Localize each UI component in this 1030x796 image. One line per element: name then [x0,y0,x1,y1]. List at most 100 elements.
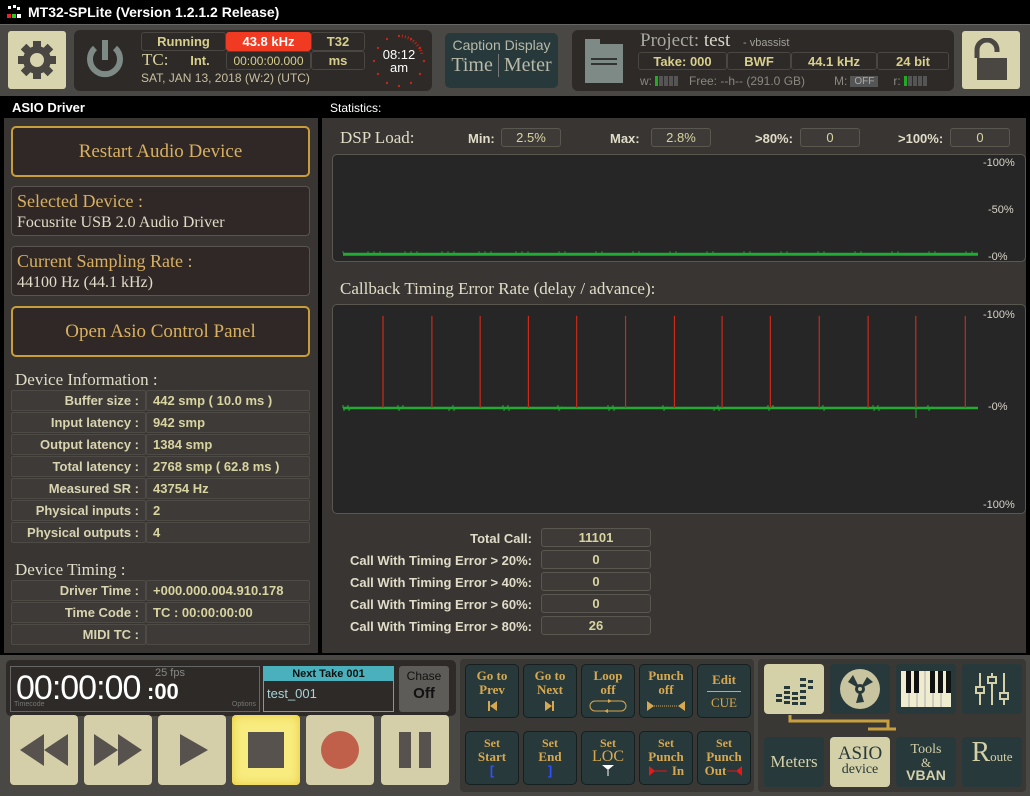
over100-value: 0 [950,128,1010,147]
tools-vban-tab[interactable]: Tools & VBAN [896,737,956,787]
device-info-value: 1384 smp [146,434,310,455]
route-tab[interactable]: Route [962,737,1022,787]
over100-label: >100%: [898,131,944,146]
sample-rate-badge: 43.8 kHz [226,32,311,51]
gear-icon [18,41,56,79]
device-info-key: Input latency : [11,412,146,433]
mixer-view-button[interactable] [962,664,1022,714]
chase-button[interactable]: Chase Off [399,666,449,712]
device-info-key: Measured SR : [11,478,146,499]
device-timing-value [146,624,310,645]
pause-button[interactable] [381,715,449,785]
fast-forward-icon [94,734,142,766]
loop-button[interactable]: Loop off [581,664,635,718]
sampling-rate-value: 44100 Hz (44.1 kHz) [17,274,153,291]
asio-header: ASIO Driver [4,98,318,118]
device-timing-key: Time Code : [11,602,146,623]
device-info-row: Buffer size :442 smp ( 10.0 ms ) [11,390,310,411]
set-end-button[interactable]: Set End ] [523,731,577,785]
fast-forward-button[interactable] [84,715,152,785]
settings-button[interactable] [8,31,66,89]
device-info-row: Output latency :1384 smp [11,434,310,455]
punch-state: off [658,682,674,697]
punch-button[interactable]: Punch off [639,664,693,718]
power-icon [87,40,123,78]
project-folder-button[interactable] [584,38,624,89]
app-icon [6,4,22,20]
rewind-icon [20,734,68,766]
lock-button[interactable] [962,31,1020,89]
next-take-box[interactable]: Next Take 001 test_001 [263,666,394,712]
recorder-view-button[interactable] [830,664,890,714]
rate-badge: 44.1 kHz [791,52,877,70]
meters-view-button[interactable] [764,664,824,714]
timecode-caption: Timecode [14,701,45,708]
te-ytick-zero: -0% [988,401,1008,413]
dsp-load-label: DSP Load: [340,128,415,147]
set-start-button[interactable]: Set Start [ [465,731,519,785]
punch-l1: Punch [648,668,684,683]
edit-cue-button[interactable]: Edit CUE [697,664,751,718]
restart-audio-button[interactable]: Restart Audio Device [11,126,310,177]
meters-tab[interactable]: Meters [764,737,824,787]
set-punch-in-button[interactable]: Set Punch In [639,731,693,785]
open-asio-panel-button[interactable]: Open Asio Control Panel [11,306,310,357]
options-link[interactable]: Options [232,701,256,708]
folder-icon [585,39,623,83]
punch-range-icon [647,701,685,711]
device-info-key: Physical inputs : [11,500,146,521]
set-punch-out-button[interactable]: Set Punch Out [697,731,751,785]
sampling-rate-label: Current Sampling Rate : [17,251,193,271]
rewind-button[interactable] [10,715,78,785]
device-timing-title: Device Timing : [15,560,126,579]
top-bar: Running 43.8 kHz T32 TC: Int. 00:00:00.0… [0,24,1030,96]
caption-time[interactable]: Time [446,54,499,77]
chase-state: Off [413,685,435,702]
write-label: w: [640,74,652,88]
faders-icon [975,673,1009,705]
device-info-key: Output latency : [11,434,146,455]
set-punch-in-l1: Set [658,736,674,750]
total-stat-label: Call With Timing Error > 60%: [349,597,532,612]
set-loc-l2: LOC [592,748,624,765]
play-button[interactable] [158,715,226,785]
punch-in-icon [648,766,667,776]
device-timing-key: MIDI TC : [11,624,146,645]
cue-label: CUE [711,695,737,710]
go-to-next-button[interactable]: Go to Next [523,664,577,718]
skip-prev-icon [488,701,497,711]
device-timing-value: TC : 00:00:00:00 [146,602,310,623]
go-to-next-l1: Go to [534,668,566,683]
punch-out-label: Out [704,763,727,778]
caption-display-button[interactable]: Caption Display Time Meter [445,33,558,88]
set-loc-button[interactable]: Set LOC [581,731,635,785]
go-to-prev-button[interactable]: Go to Prev [465,664,519,718]
project-label: Project: [640,30,700,51]
free-space: Free: --h-- (291.0 GB) [689,74,806,88]
timecode-panel: 00:00:00 :00 25 fps Timecode Options Nex… [6,660,456,716]
total-stat-label: Call With Timing Error > 20%: [349,553,532,568]
cue-panel: Go to Prev Go to Next Loop off Punch off… [460,659,754,792]
over80-label: >80%: [755,131,793,146]
record-button[interactable] [306,715,374,785]
te-ytick-top: -100% [983,309,1015,321]
set-end-l1: Set [542,736,558,750]
next-take-label: Next Take 001 [264,667,393,681]
start-bracket-icon: [ [489,763,495,778]
route-initial: R [971,737,991,768]
device-label: device [841,762,879,777]
timecode-display[interactable]: 00:00:00 :00 25 fps Timecode Options [10,666,260,712]
asio-driver-panel: ASIO Driver Restart Audio Device Selecte… [4,98,318,653]
caption-meter[interactable]: Meter [499,54,557,77]
piano-view-button[interactable] [896,664,956,714]
timecode-frames: :00 [147,679,179,704]
stop-button[interactable] [232,715,300,785]
link-connector [788,715,896,731]
device-info-row: Physical outputs :4 [11,522,310,543]
asio-device-tab[interactable]: ASIO device [830,737,890,787]
bits-badge: 24 bit [877,52,949,70]
navigation-panel: Meters ASIO device Tools & VBAN Route [758,659,1026,792]
total-stat-label: Total Call: [470,531,532,546]
monitor-state[interactable]: OFF [850,75,879,87]
power-button[interactable] [84,38,126,87]
